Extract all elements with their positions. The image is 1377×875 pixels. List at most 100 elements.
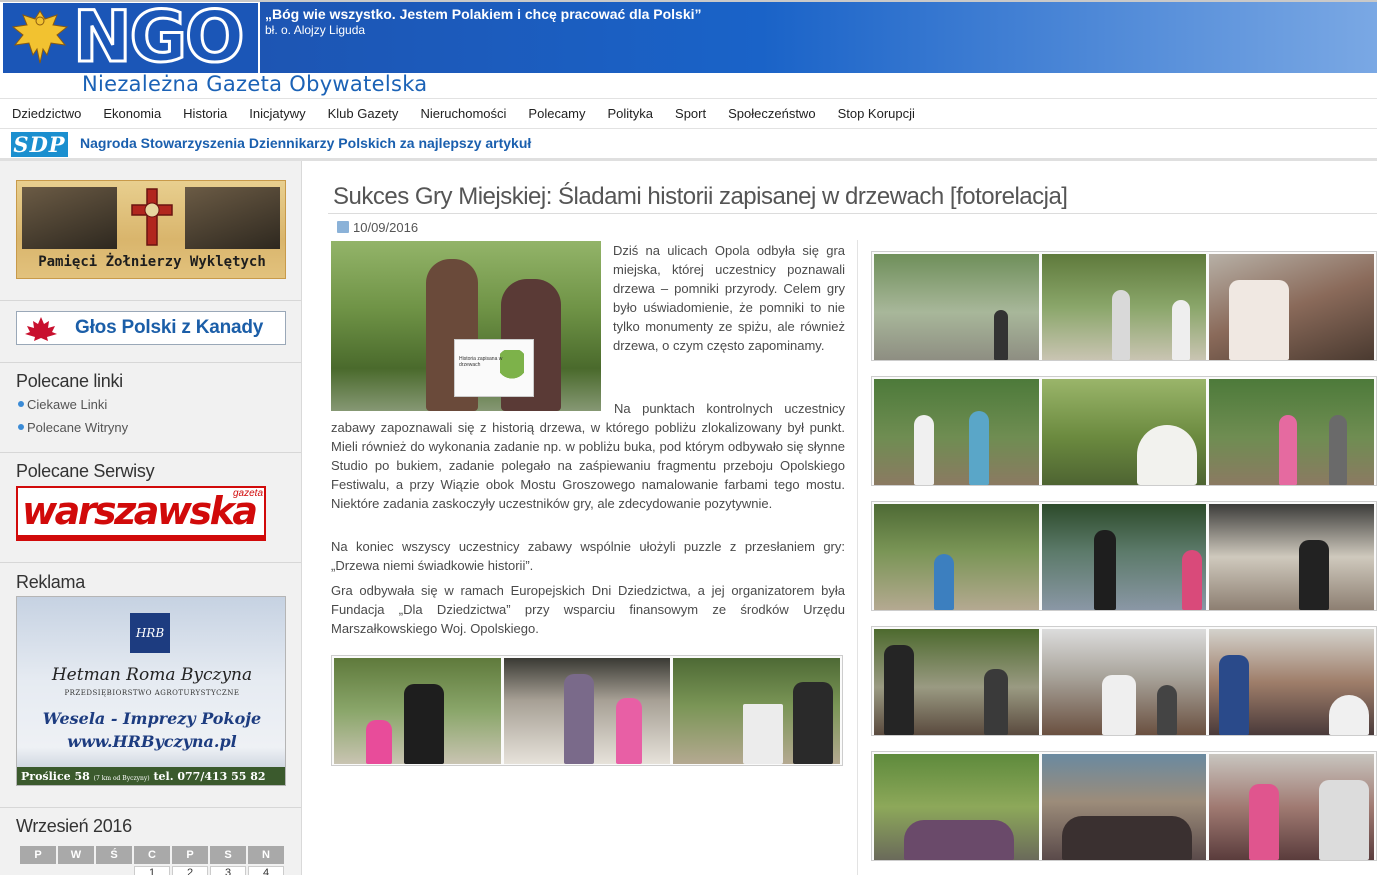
glos-polski-banner[interactable]: Głos Polski z Kanady <box>16 311 286 345</box>
thumb-figure <box>1136 425 1197 485</box>
site-subtitle[interactable]: Niezależna Gazeta Obywatelska <box>82 72 427 96</box>
article-paragraph-3: Na koniec wszyscy uczestnicy zabawy wspó… <box>331 539 845 573</box>
calendar-day[interactable]: 2 <box>172 866 208 875</box>
thumb-figure <box>743 704 784 764</box>
site-header: NGO „Bóg wie wszystko. Jestem Polakiem i… <box>0 0 1377 98</box>
thumb-figure <box>1181 550 1202 610</box>
article-paragraph-4: Gra odbywała się w ramach Europejskich D… <box>331 583 845 636</box>
logo-wordmark: NGO <box>72 0 247 79</box>
thumb-figure <box>1249 784 1280 860</box>
links-heading: Polecane linki <box>16 371 123 391</box>
warszawska-gazeta: gazeta <box>233 488 264 499</box>
hrb-address: Proślice 58 <box>21 770 90 783</box>
hrb-distance: (7 km od Byczyny) <box>93 775 150 782</box>
thumb-figure <box>1156 685 1177 735</box>
thumb-figure <box>1279 415 1298 485</box>
tree-icon <box>500 350 524 388</box>
calendar-dayname: C <box>134 846 170 864</box>
article-paragraph-1: Dziś na ulicach Opola odbyła się gra mie… <box>613 243 845 353</box>
gallery-thumbnail[interactable] <box>874 629 1039 735</box>
header-motto: „Bóg wie wszystko. Jestem Polakiem i chc… <box>265 6 702 22</box>
hrb-website: www.HRByczyna.pl <box>67 732 237 751</box>
gallery-thumbnail[interactable] <box>874 254 1039 360</box>
nav-item-polecamy[interactable]: Polecamy <box>517 99 596 128</box>
lead-photo[interactable]: Historia zapisana w drzewach <box>331 241 601 411</box>
thumb-figure <box>366 720 392 764</box>
calendar-day[interactable]: 1 <box>134 866 170 875</box>
thumb-figure <box>1299 540 1330 610</box>
link-ciekawe-linki[interactable]: Ciekawe Linki <box>18 397 107 412</box>
thumb-figure <box>1111 290 1130 360</box>
sdp-logo[interactable]: SDP <box>11 132 68 157</box>
header-motto-author: bł. o. Alojzy Liguda <box>265 23 366 37</box>
gallery-row <box>871 626 1377 736</box>
calendar-empty <box>96 866 132 875</box>
thumb-figure <box>1319 780 1370 860</box>
gallery-row <box>871 251 1377 361</box>
hrb-name: Hetman Roma Byczyna <box>51 665 253 685</box>
gallery-thumbnail[interactable] <box>1041 379 1207 485</box>
nav-item-dziedzictwo[interactable]: Dziedzictwo <box>1 99 92 128</box>
calendar-day[interactable]: 3 <box>210 866 246 875</box>
gallery-thumbnail[interactable] <box>503 658 671 764</box>
link-polecane-witryny[interactable]: Polecane Witryny <box>18 420 128 435</box>
gallery-thumbnail[interactable] <box>1209 754 1375 860</box>
site-logo[interactable]: NGO <box>3 0 258 79</box>
thumb-figure <box>994 310 1008 360</box>
sidebar-banner-block: Pamięci Żołnierzy Wyklętych <box>0 161 301 301</box>
ad-heading: Reklama <box>16 572 85 592</box>
gallery-thumbnail[interactable] <box>1209 254 1375 360</box>
thumb-figure <box>969 411 989 485</box>
gallery-thumbnail[interactable] <box>874 379 1039 485</box>
thumb-figure <box>615 698 642 764</box>
gallery-thumbnail[interactable] <box>673 658 841 764</box>
link-label: Ciekawe Linki <box>27 397 108 412</box>
article-title[interactable]: Sukces Gry Miejskiej: Śladami historii z… <box>333 183 1068 211</box>
gallery-thumbnail[interactable] <box>1041 629 1207 735</box>
hrb-offer: Wesela - Imprezy Pokoje <box>42 709 262 728</box>
nav-item-historia[interactable]: Historia <box>172 99 238 128</box>
hrb-subtitle: PRZEDSIĘBIORSTWO AGROTURYSTYCZNE <box>64 689 240 697</box>
photo-sign: Historia zapisana w drzewach <box>454 339 534 397</box>
column-divider <box>857 240 858 875</box>
award-link[interactable]: Nagroda Stowarzyszenia Dziennikarzy Pols… <box>80 135 531 151</box>
thumb-figure <box>1229 280 1290 360</box>
gallery-thumbnail[interactable] <box>1041 754 1207 860</box>
banner-photo-left <box>22 187 117 249</box>
gallery-thumbnail[interactable] <box>1041 504 1207 610</box>
gallery-thumbnail[interactable] <box>334 658 501 764</box>
zolnierze-wykleci-banner[interactable]: Pamięci Żołnierzy Wyklętych <box>16 180 286 279</box>
gallery-thumbnail[interactable] <box>1209 504 1375 610</box>
sign-text: Historia zapisana w drzewach <box>459 356 503 368</box>
thumb-figure <box>404 684 444 764</box>
thumb-figure <box>1101 675 1136 735</box>
thumb-figure <box>1093 530 1116 610</box>
nav-item-ekonomia[interactable]: Ekonomia <box>92 99 172 128</box>
gallery-thumbnail[interactable] <box>1209 379 1375 485</box>
photo-gallery-right <box>871 251 1377 875</box>
gallery-thumbnail[interactable] <box>874 754 1039 860</box>
link-label: Polecane Witryny <box>27 420 129 435</box>
nav-item-sport[interactable]: Sport <box>664 99 717 128</box>
nav-item-spoleczenstwo[interactable]: Społeczeństwo <box>717 99 826 128</box>
calendar-day[interactable]: 4 <box>248 866 284 875</box>
bullet-icon <box>18 401 24 407</box>
gallery-row <box>871 501 1377 611</box>
nav-item-klub-gazety[interactable]: Klub Gazety <box>317 99 410 128</box>
gallery-thumbnail[interactable] <box>1209 629 1375 735</box>
hrb-advertisement[interactable]: HRB Hetman Roma Byczyna PRZEDSIĘBIORSTWO… <box>16 596 286 786</box>
gallery-thumbnail[interactable] <box>874 504 1039 610</box>
thumb-figure <box>904 820 1014 860</box>
warszawska-logo[interactable]: warszawska gazeta <box>16 486 266 541</box>
services-heading: Polecane Serwisy <box>16 461 155 481</box>
photo-gallery-bottom <box>331 655 843 766</box>
thumb-figure <box>934 554 954 610</box>
nav-item-polityka[interactable]: Polityka <box>597 99 665 128</box>
title-divider <box>328 213 1377 214</box>
nav-item-stop-korupcji[interactable]: Stop Korupcji <box>827 99 926 128</box>
calendar-dayname: Ś <box>96 846 132 864</box>
calendar-icon <box>337 221 349 233</box>
nav-item-nieruchomosci[interactable]: Nieruchomości <box>409 99 517 128</box>
nav-item-inicjatywy[interactable]: Inicjatywy <box>238 99 316 128</box>
gallery-thumbnail[interactable] <box>1041 254 1207 360</box>
